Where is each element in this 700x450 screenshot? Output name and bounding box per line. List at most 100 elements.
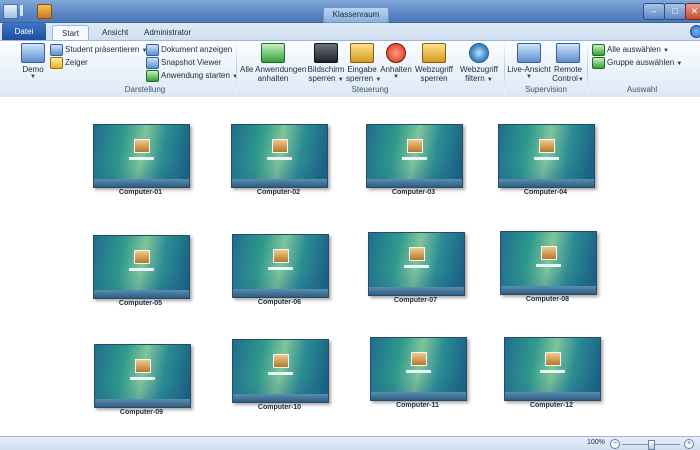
title-bar: Klassenraum – □ ✕	[0, 0, 700, 23]
classroom-window: Klassenraum – □ ✕ Datei Start Ansicht Ad…	[0, 0, 700, 450]
chevron-down-icon: ▼	[486, 77, 493, 83]
computer-label: Computer-10	[257, 404, 302, 411]
lock-input-button[interactable]: Eingabe sperren ▼	[346, 43, 381, 84]
chevron-down-icon: ▼	[577, 77, 584, 83]
zoom-slider-thumb[interactable]	[648, 440, 655, 450]
user-avatar-icon	[411, 352, 427, 366]
chevron-down-icon: ▼	[337, 77, 344, 83]
demo-label: Demo	[22, 65, 44, 74]
select-all-button[interactable]: Alle auswählen ▼	[592, 44, 669, 56]
user-avatar-icon	[272, 139, 288, 153]
demo-icon	[21, 43, 45, 63]
chevron-down-icon: ▼	[663, 48, 669, 55]
stop-apps-icon	[261, 43, 285, 63]
user-avatar-icon	[273, 249, 289, 263]
qat-separator	[20, 5, 23, 16]
zoom-in-button[interactable]: +	[684, 439, 694, 449]
group-label-darstellung: Darstellung	[124, 85, 166, 94]
tab-ansicht[interactable]: Ansicht	[94, 25, 136, 40]
computer-screen	[93, 124, 190, 188]
stop-all-apps-button[interactable]: Alle Anwendungen anhalten	[240, 43, 306, 84]
group-label-auswahl: Auswahl	[626, 85, 658, 94]
pointer-button[interactable]: Zeiger	[50, 57, 88, 69]
user-avatar-icon	[409, 247, 425, 261]
minimize-button[interactable]: –	[643, 3, 665, 20]
computer-screen	[93, 235, 190, 299]
group-label-supervision: Supervision	[525, 85, 567, 94]
window-title: Klassenraum	[323, 7, 389, 23]
computer-label: Computer-02	[256, 189, 301, 196]
computer-label: Computer-08	[525, 296, 570, 303]
tab-start[interactable]: Start	[52, 25, 89, 40]
demo-button[interactable]: Demo ▼	[18, 43, 48, 84]
presentation-icon	[50, 44, 63, 56]
status-bar: 100% − +	[0, 436, 700, 450]
user-avatar-icon	[539, 139, 555, 153]
camera-icon	[146, 57, 159, 69]
user-avatar-icon	[545, 352, 561, 366]
computer-label: Computer-12	[529, 402, 574, 409]
computer-screen	[368, 232, 465, 296]
ribbon: Demo ▼ Student präsentieren ▼ Zeiger Dok…	[0, 40, 700, 98]
input-lock-icon	[350, 43, 374, 63]
pointer-icon	[50, 57, 63, 69]
group-separator	[587, 43, 588, 94]
computer-screen	[500, 231, 597, 295]
user-avatar-icon	[407, 139, 423, 153]
snapshot-viewer-button[interactable]: Snapshot Viewer	[146, 57, 221, 69]
live-view-icon	[517, 43, 541, 63]
group-separator	[504, 43, 505, 94]
qat-customize-icon[interactable]	[37, 4, 52, 19]
computer-label: Computer-09	[119, 409, 164, 416]
remote-control-button[interactable]: Remote Control▼	[552, 43, 584, 84]
computer-screen	[370, 337, 467, 401]
chevron-down-icon: ▼	[676, 61, 683, 68]
computer-screen	[498, 124, 595, 188]
user-avatar-icon	[134, 250, 150, 264]
student-present-button[interactable]: Student präsentieren ▼	[50, 44, 147, 56]
classroom-view: Computer-01 Computer-02 Computer-03 Comp…	[0, 97, 700, 436]
lock-screen-button[interactable]: Bildschirm sperren ▼	[307, 43, 345, 84]
stop-button[interactable]: Anhalten ▼	[380, 43, 412, 84]
computer-screen	[232, 234, 329, 298]
maximize-button[interactable]: □	[664, 3, 686, 20]
group-select-icon	[592, 57, 605, 69]
group-separator	[236, 43, 237, 94]
user-avatar-icon	[135, 359, 151, 373]
filter-web-access-button[interactable]: Webzugriff filtern ▼	[457, 43, 501, 84]
lock-web-access-button[interactable]: Webzugriff sperren	[414, 43, 454, 84]
stop-icon	[386, 43, 406, 63]
application-icon	[146, 70, 159, 82]
computer-label: Computer-04	[523, 189, 568, 196]
computer-label: Computer-07	[393, 297, 438, 304]
show-document-button[interactable]: Dokument anzeigen	[146, 44, 232, 56]
monitor-lock-icon	[314, 43, 338, 63]
document-icon	[146, 44, 159, 56]
ribbon-tab-row: Datei Start Ansicht Administrator	[0, 23, 700, 40]
user-avatar-icon	[541, 246, 557, 260]
computer-screen	[366, 124, 463, 188]
select-group-button[interactable]: Gruppe auswählen ▼	[592, 57, 682, 69]
zoom-level: 100%	[587, 439, 605, 446]
live-view-button[interactable]: Live-Ansicht ▼	[507, 43, 551, 84]
tab-datei[interactable]: Datei	[2, 23, 46, 40]
computer-screen	[231, 124, 328, 188]
group-label-steuerung: Steuerung	[351, 85, 389, 94]
tab-administrator[interactable]: Administrator	[136, 25, 199, 40]
chevron-down-icon: ▼	[526, 74, 532, 80]
computer-screen	[504, 337, 601, 401]
computer-label: Computer-11	[396, 402, 439, 409]
chevron-down-icon: ▼	[30, 74, 36, 80]
start-application-button[interactable]: Anwendung starten ▼	[146, 70, 238, 82]
select-all-icon	[592, 44, 605, 56]
zoom-out-button[interactable]: −	[610, 439, 620, 449]
app-menu-icon[interactable]	[3, 4, 18, 19]
chevron-down-icon: ▼	[393, 74, 399, 80]
computer-screen	[94, 344, 191, 408]
web-lock-icon	[422, 43, 446, 63]
user-avatar-icon	[273, 354, 289, 368]
computer-label: Computer-06	[257, 299, 302, 306]
help-icon[interactable]	[690, 25, 700, 38]
computer-label: Computer-01	[118, 189, 163, 196]
close-button[interactable]: ✕	[685, 3, 700, 20]
